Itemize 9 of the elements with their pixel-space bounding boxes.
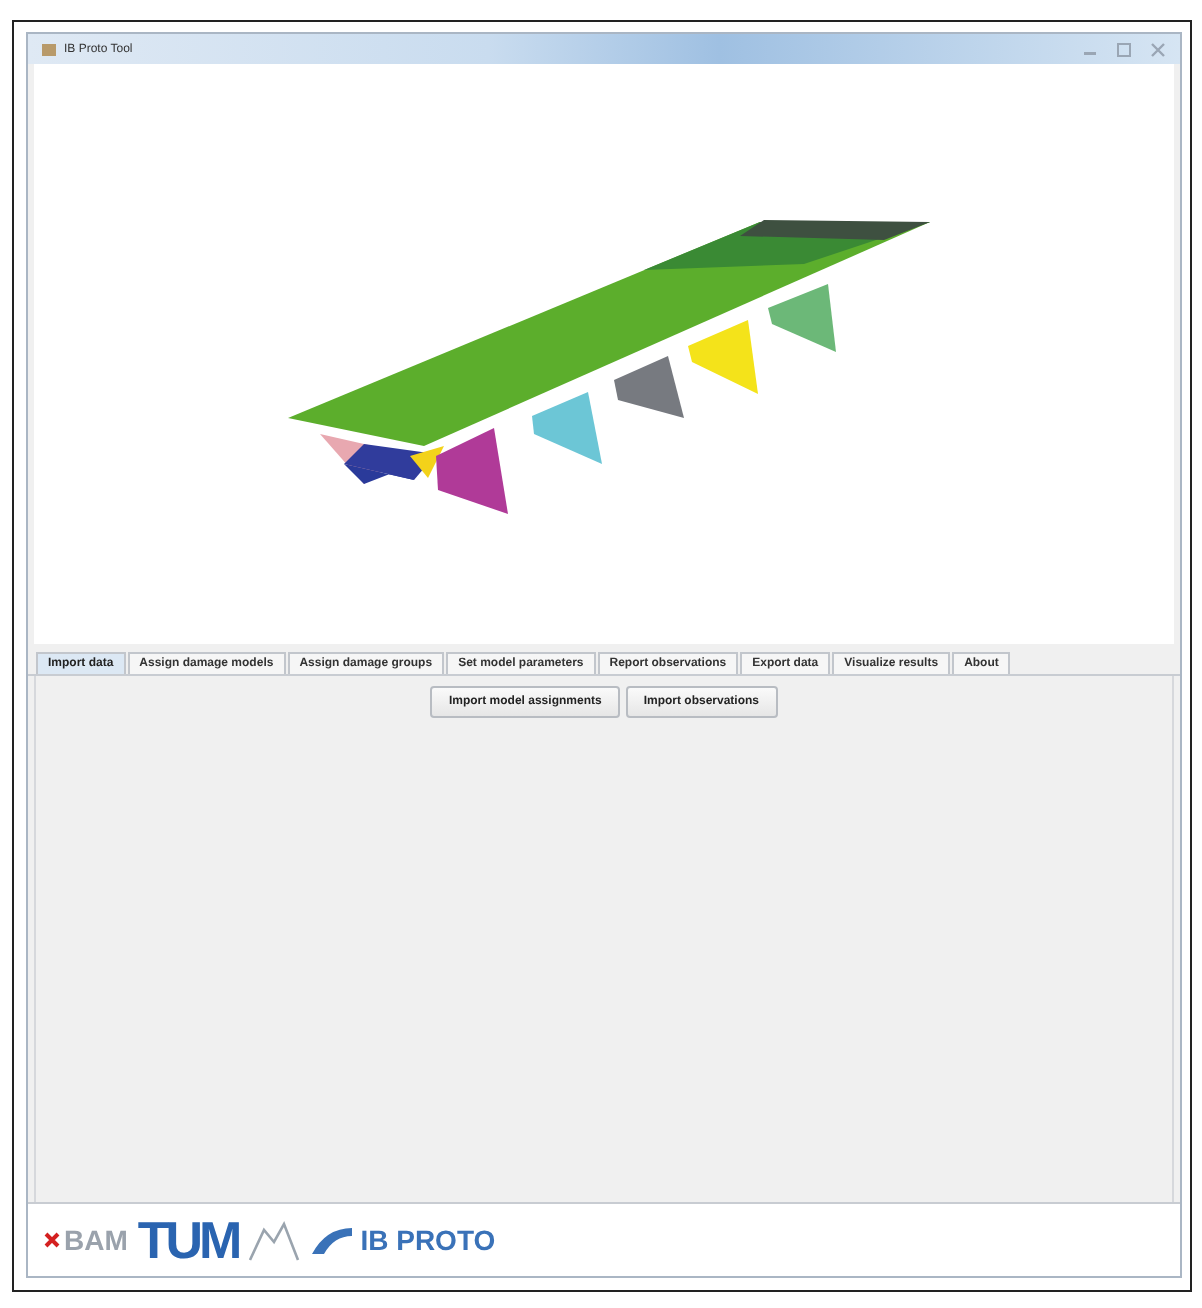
app-icon <box>40 40 58 58</box>
cross-icon <box>44 1232 60 1248</box>
close-icon[interactable] <box>1148 41 1168 57</box>
wave-icon <box>310 1224 355 1256</box>
arch-icon <box>248 1218 301 1262</box>
ib-proto-logo: IB PROTO <box>360 1224 496 1256</box>
bam-logo: BAM <box>64 1224 128 1256</box>
maximize-icon[interactable] <box>1114 41 1134 57</box>
tum-logo: TUM <box>137 1214 239 1266</box>
